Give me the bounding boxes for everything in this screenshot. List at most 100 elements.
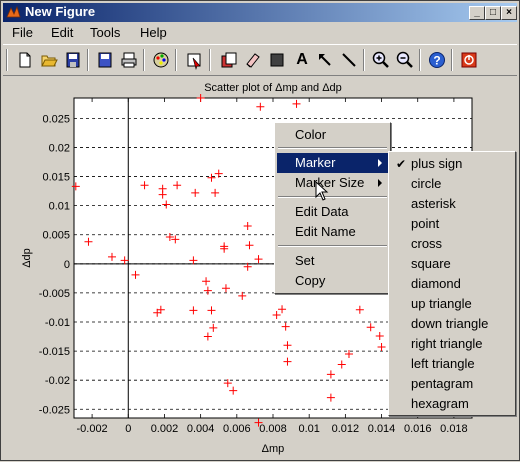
matlab-logo-icon xyxy=(6,5,21,18)
menu-help[interactable]: Help xyxy=(140,25,167,40)
y-tick-label: -0.015 xyxy=(39,346,70,358)
stop-icon[interactable] xyxy=(459,50,479,70)
y-axis-label: Δdp xyxy=(21,248,33,268)
context-item-edit-name[interactable]: Edit Name xyxy=(277,222,388,242)
marker-option-pentagram[interactable]: pentagram xyxy=(391,374,513,394)
help-icon[interactable]: ? xyxy=(427,50,447,70)
context-separator xyxy=(278,245,387,247)
toolbar-separator xyxy=(175,49,177,71)
checkmark-icon: ✔ xyxy=(396,157,407,171)
marker-option-label: circle xyxy=(411,176,442,191)
x-tick-label: 0.004 xyxy=(187,423,215,435)
x-tick-label: 0.008 xyxy=(259,423,287,435)
y-tick-label: 0.01 xyxy=(49,201,70,213)
marker-option-label: asterisk xyxy=(411,196,456,211)
y-tick-label: 0.02 xyxy=(49,142,70,154)
zoom-in-icon[interactable] xyxy=(371,50,391,70)
marker-option-label: up triangle xyxy=(411,296,472,311)
marker-option-label: point xyxy=(411,216,440,231)
context-item-marker-size[interactable]: Marker Size xyxy=(277,173,388,193)
context-item-copy[interactable]: Copy xyxy=(277,271,388,291)
toolbar-grip xyxy=(6,49,8,71)
y-tick-label: 0.025 xyxy=(42,113,70,125)
title-bar[interactable]: New Figure _ □ × xyxy=(3,3,517,22)
marker-option-up-triangle[interactable]: up triangle xyxy=(391,294,513,314)
edit-plot-icon[interactable] xyxy=(185,50,205,70)
y-tick-label: 0.005 xyxy=(42,230,70,242)
copy-figure-icon[interactable] xyxy=(219,50,239,70)
x-tick-label: 0.006 xyxy=(223,423,251,435)
y-tick-label: 0 xyxy=(64,259,70,271)
marker-submenu: ✔ plus sign circle asterisk point cross square… xyxy=(388,151,516,416)
x-tick-label: 0.01 xyxy=(298,423,319,435)
menu-bar: File Edit Tools Help xyxy=(1,23,519,42)
toolbar-separator xyxy=(143,49,145,71)
marker-option-diamond[interactable]: diamond xyxy=(391,274,513,294)
save-figure-icon[interactable] xyxy=(95,50,115,70)
marker-option-label: diamond xyxy=(411,276,461,291)
toolbar-separator xyxy=(363,49,365,71)
context-item-color[interactable]: Color xyxy=(277,125,388,145)
x-tick-label: 0.012 xyxy=(332,423,360,435)
marker-option-right-triangle[interactable]: right triangle xyxy=(391,334,513,354)
print-icon[interactable] xyxy=(119,50,139,70)
new-document-icon[interactable] xyxy=(15,50,35,70)
marker-option-plus-sign[interactable]: ✔ plus sign xyxy=(391,154,513,174)
x-tick-label: 0 xyxy=(125,423,131,435)
marker-option-asterisk[interactable]: asterisk xyxy=(391,194,513,214)
chart-title: Scatter plot of Δmp and Δdp xyxy=(204,82,342,94)
save-icon[interactable] xyxy=(63,50,83,70)
marker-option-label: left triangle xyxy=(411,356,475,371)
y-tick-label: -0.025 xyxy=(39,404,70,416)
x-tick-label: 0.014 xyxy=(368,423,396,435)
eraser-icon[interactable] xyxy=(243,50,263,70)
rectangle-icon[interactable] xyxy=(267,50,287,70)
context-item-set[interactable]: Set xyxy=(277,251,388,271)
context-item-edit-data[interactable]: Edit Data xyxy=(277,202,388,222)
arrow-icon[interactable] xyxy=(315,50,335,70)
submenu-arrow-icon xyxy=(378,159,382,167)
context-item-marker-label: Marker xyxy=(295,155,336,170)
x-tick-label: -0.002 xyxy=(76,423,107,435)
text-a-icon[interactable]: A xyxy=(292,50,312,70)
close-button[interactable]: × xyxy=(501,6,517,20)
toolbar: A ? xyxy=(3,44,517,76)
toolbar-separator xyxy=(419,49,421,71)
marker-option-label: square xyxy=(411,256,451,271)
marker-option-label: cross xyxy=(411,236,443,251)
toolbar-separator xyxy=(87,49,89,71)
figure-window: New Figure _ □ × File Edit Tools Help A … xyxy=(0,0,520,461)
svg-text:?: ? xyxy=(433,54,440,68)
marker-option-label: right triangle xyxy=(411,336,483,351)
line-icon[interactable] xyxy=(339,50,359,70)
y-tick-label: -0.01 xyxy=(45,317,70,329)
context-menu: Color Marker Marker Size Edit Data Edit … xyxy=(274,122,391,294)
context-item-marker-size-label: Marker Size xyxy=(295,175,365,190)
toolbar-separator xyxy=(209,49,211,71)
context-item-marker[interactable]: Marker xyxy=(277,153,388,173)
marker-option-down-triangle[interactable]: down triangle xyxy=(391,314,513,334)
marker-option-square[interactable]: square xyxy=(391,254,513,274)
menu-file[interactable]: File xyxy=(12,25,33,40)
open-folder-icon[interactable] xyxy=(39,50,59,70)
context-separator xyxy=(278,196,387,198)
x-axis-label: Δmp xyxy=(262,443,285,455)
color-palette-icon[interactable] xyxy=(151,50,171,70)
menu-edit[interactable]: Edit xyxy=(51,25,73,40)
maximize-button[interactable]: □ xyxy=(485,6,501,20)
minimize-button[interactable]: _ xyxy=(469,6,485,20)
x-tick-label: 0.018 xyxy=(440,423,468,435)
zoom-out-icon[interactable] xyxy=(395,50,415,70)
marker-option-cross[interactable]: cross xyxy=(391,234,513,254)
marker-option-point[interactable]: point xyxy=(391,214,513,234)
y-tick-label: 0.015 xyxy=(42,172,70,184)
marker-option-label: pentagram xyxy=(411,376,474,391)
marker-option-left-triangle[interactable]: left triangle xyxy=(391,354,513,374)
y-tick-label: -0.02 xyxy=(45,375,70,387)
marker-option-label: hexagram xyxy=(411,396,469,411)
menu-tools[interactable]: Tools xyxy=(90,25,120,40)
marker-option-circle[interactable]: circle xyxy=(391,174,513,194)
marker-option-hexagram[interactable]: hexagram xyxy=(391,394,513,414)
mouse-cursor-icon xyxy=(315,181,329,201)
x-tick-label: 0.002 xyxy=(151,423,179,435)
